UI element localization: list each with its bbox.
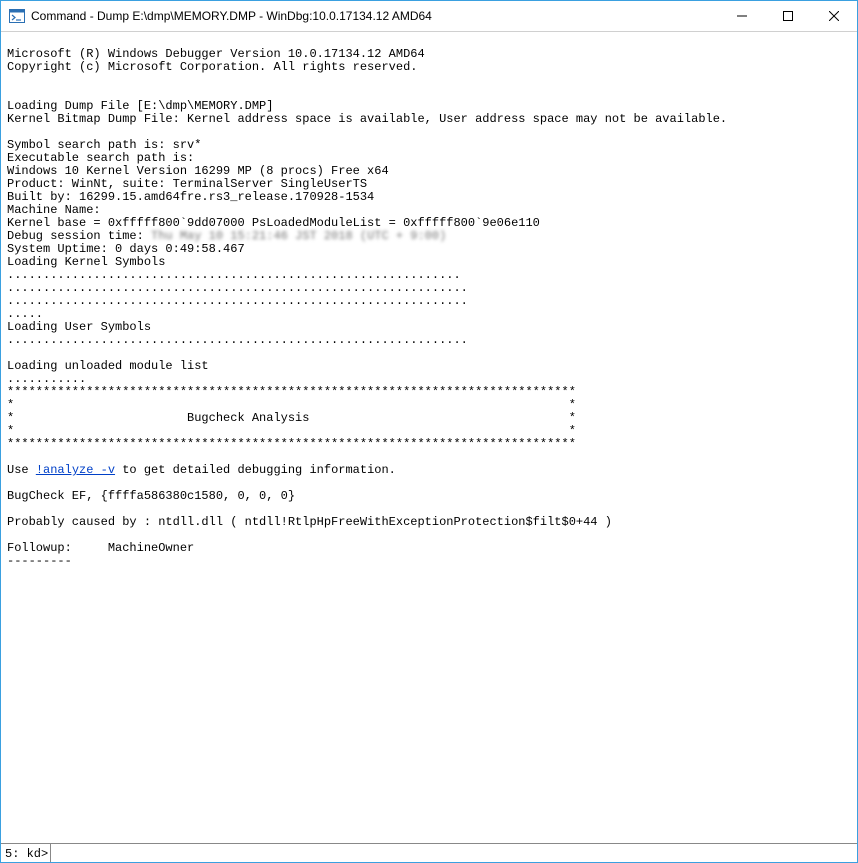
windbg-command-window: Command - Dump E:\dmp\MEMORY.DMP - WinDb… [0,0,858,863]
debugger-output[interactable]: Microsoft (R) Windows Debugger Version 1… [1,32,857,843]
content-area: Microsoft (R) Windows Debugger Version 1… [1,32,857,862]
analyze-link[interactable]: !analyze -v [36,463,115,477]
output-text-1: Microsoft (R) Windows Debugger Version 1… [7,47,727,230]
command-input[interactable] [51,844,857,862]
maximize-button[interactable] [765,1,811,31]
window-buttons [719,1,857,31]
window-title: Command - Dump E:\dmp\MEMORY.DMP - WinDb… [31,9,719,23]
minimize-button[interactable] [719,1,765,31]
debug-session-time: Thu May 10 15:21:46 JST 2018 (UTC + 9:00… [151,229,446,243]
prompt-label: 5: kd> [1,844,51,862]
debug-session-prefix: Debug session time: [7,229,151,243]
output-text-3: to get detailed debugging information. B… [7,463,612,568]
app-icon [9,8,25,24]
output-text-2: System Uptime: 0 days 0:49:58.467 Loadin… [7,242,576,477]
close-button[interactable] [811,1,857,31]
titlebar[interactable]: Command - Dump E:\dmp\MEMORY.DMP - WinDb… [1,1,857,32]
prompt-bar: 5: kd> [1,843,857,862]
